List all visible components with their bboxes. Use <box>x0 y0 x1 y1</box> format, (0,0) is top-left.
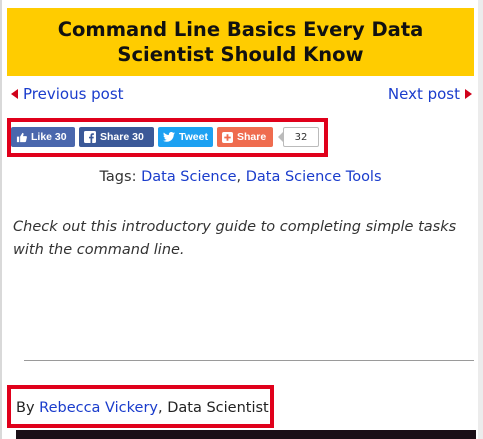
post-title: Command Line Basics Every Data Scientist… <box>7 8 474 76</box>
facebook-icon <box>84 131 96 143</box>
tags-prefix: Tags: <box>99 169 137 185</box>
author-byline: By Rebecca Vickery, Data Scientist <box>16 400 269 416</box>
author-name-link[interactable]: Rebecca Vickery <box>39 400 158 416</box>
byline-separator: , <box>158 400 163 416</box>
share-buttons: Like 30 Share 30 Tweet Share 32 <box>11 126 319 148</box>
tweet-button[interactable]: Tweet <box>158 127 213 147</box>
previous-post-link[interactable]: Previous post <box>11 85 124 103</box>
author-role: Data Scientist <box>167 400 269 416</box>
page-left-border <box>0 0 2 439</box>
page-scrollbar-track[interactable] <box>478 0 483 439</box>
share-count-value: 32 <box>283 127 319 147</box>
tag-link-data-science[interactable]: Data Science <box>141 169 236 185</box>
next-post-link[interactable]: Next post <box>388 85 472 103</box>
twitter-bird-icon <box>163 132 175 142</box>
share-count: 32 <box>278 127 319 147</box>
caret-left-icon <box>11 89 18 99</box>
facebook-like-button[interactable]: Like 30 <box>11 127 75 147</box>
post-tags: Tags: Data Science, Data Science Tools <box>7 169 474 185</box>
next-post-label: Next post <box>387 85 460 103</box>
post-navigation: Previous post Next post <box>7 84 474 106</box>
thumbs-up-icon <box>16 132 27 143</box>
facebook-like-label: Like 30 <box>31 131 67 143</box>
caret-right-icon <box>465 89 472 99</box>
share-plus-button[interactable]: Share <box>217 127 273 147</box>
byline-prefix: By <box>16 400 35 416</box>
plus-icon <box>222 131 233 143</box>
section-divider <box>24 360 474 361</box>
facebook-share-button[interactable]: Share 30 <box>79 127 154 147</box>
previous-post-label: Previous post <box>23 85 124 103</box>
tags-separator: , <box>236 169 242 185</box>
post-intro: Check out this introductory guide to com… <box>13 219 457 258</box>
tweet-label: Tweet <box>179 131 208 143</box>
tag-link-data-science-tools[interactable]: Data Science Tools <box>246 169 382 185</box>
share-plus-label: Share <box>237 131 267 143</box>
hero-image <box>16 430 476 439</box>
facebook-share-label: Share 30 <box>100 131 144 143</box>
